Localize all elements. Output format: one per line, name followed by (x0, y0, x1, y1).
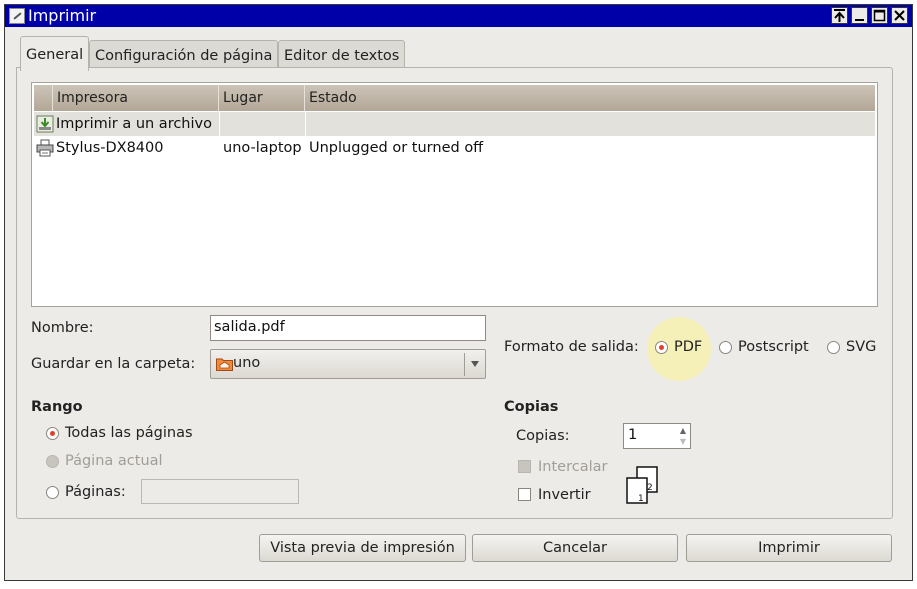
collate-pages-icon: 2 1 (626, 466, 658, 504)
chevron-down-icon (471, 361, 479, 367)
print-button[interactable]: Imprimir (686, 534, 892, 562)
printer-status: Unplugged or turned off (309, 140, 484, 156)
print-preview-button[interactable]: Vista previa de impresión (259, 534, 466, 562)
folder-select[interactable]: uno (210, 349, 486, 379)
close-button[interactable] (891, 7, 908, 24)
format-postscript-radio[interactable] (719, 341, 732, 354)
reverse-label[interactable]: Invertir (538, 487, 591, 503)
folder-value: uno (233, 355, 261, 371)
column-icon (34, 85, 53, 111)
spin-up-icon[interactable]: ▲ (677, 425, 689, 436)
copies-label: Copias: (516, 428, 570, 444)
printer-list-header: Impresora Lugar Estado (34, 85, 875, 111)
edit-document-icon (9, 8, 25, 24)
maximize-icon (873, 9, 886, 22)
printer-name: Stylus-DX8400 (56, 140, 164, 156)
tab-general[interactable]: General (20, 36, 90, 71)
keep-above-button[interactable] (831, 7, 848, 24)
window-title: Imprimir (28, 6, 97, 25)
range-pages-radio[interactable] (46, 486, 59, 499)
column-location[interactable]: Lugar (219, 85, 305, 111)
collate-page-front-number: 1 (638, 494, 644, 504)
output-format-label: Formato de salida: (504, 339, 639, 355)
keep-above-icon (834, 9, 845, 22)
file-save-icon (36, 115, 54, 133)
folder-label: Guardar en la carpeta: (31, 356, 196, 372)
maximize-button[interactable] (871, 7, 888, 24)
printer-name: Imprimir a un archivo (56, 116, 212, 132)
close-icon (894, 10, 905, 21)
format-postscript-label[interactable]: Postscript (738, 339, 809, 355)
range-pages-label[interactable]: Páginas: (65, 484, 126, 500)
tab-page-setup[interactable]: Configuración de página (89, 40, 279, 70)
spin-down-icon[interactable]: ▼ (677, 436, 689, 447)
tab-text-editor[interactable]: Editor de textos (278, 40, 406, 70)
minimize-icon (855, 19, 864, 21)
column-status[interactable]: Estado (305, 85, 877, 111)
column-divider (219, 112, 220, 136)
range-heading: Rango (31, 399, 83, 415)
title-bar[interactable]: Imprimir (5, 5, 912, 27)
format-svg-radio[interactable] (827, 341, 840, 354)
filename-value: salida.pdf (214, 319, 285, 335)
format-pdf-radio[interactable] (655, 341, 668, 354)
collate-checkbox (518, 460, 531, 473)
collate-label: Intercalar (538, 459, 608, 475)
column-divider (305, 112, 306, 136)
home-folder-icon (216, 358, 233, 371)
printer-icon (36, 139, 54, 157)
printer-list[interactable]: Impresora Lugar Estado Imprimir a un arc… (31, 82, 878, 307)
copies-value: 1 (628, 427, 638, 443)
range-current-radio (46, 455, 59, 468)
format-pdf-label[interactable]: PDF (674, 339, 702, 355)
format-svg-label[interactable]: SVG (846, 339, 876, 355)
minimize-button[interactable] (851, 7, 868, 24)
combo-separator (464, 353, 465, 376)
printer-location: uno-laptop (223, 140, 302, 156)
collate-page-back-number: 2 (647, 483, 653, 493)
range-all-label[interactable]: Todas las páginas (65, 425, 193, 441)
cancel-button[interactable]: Cancelar (472, 534, 678, 562)
reverse-checkbox[interactable] (518, 488, 531, 501)
filename-input[interactable]: salida.pdf (210, 315, 486, 341)
pages-input[interactable] (141, 479, 299, 504)
printer-row-file[interactable]: Imprimir a un archivo (34, 112, 875, 136)
name-label: Nombre: (31, 320, 94, 336)
range-all-radio[interactable] (46, 427, 59, 440)
range-current-label: Página actual (65, 453, 163, 469)
copies-heading: Copias (504, 399, 559, 415)
printer-row-stylus[interactable]: Stylus-DX8400 uno-laptop Unplugged or tu… (34, 136, 875, 160)
copies-spinner[interactable]: 1 ▲ ▼ (623, 423, 691, 449)
column-printer[interactable]: Impresora (53, 85, 219, 111)
